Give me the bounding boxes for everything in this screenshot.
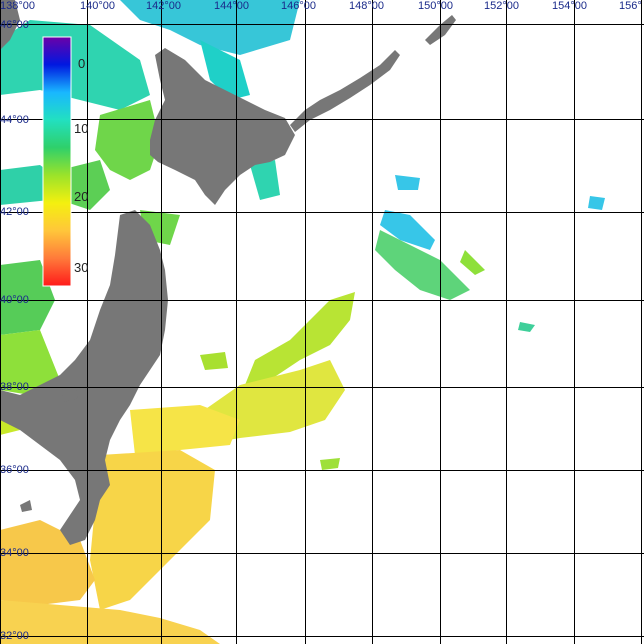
warm-water-patch <box>200 352 228 370</box>
latitude-label: 40°00 <box>0 294 29 306</box>
latitude-label: 44°00 <box>0 114 29 126</box>
latitude-label: 42°00 <box>0 206 29 218</box>
longitude-label: 142°00 <box>146 0 181 12</box>
legend-tick-label: 10 <box>74 121 88 136</box>
longitude-label: 144°00 <box>214 0 249 12</box>
latitude-label: 32°00 <box>0 630 29 642</box>
legend-tick-label: 20 <box>74 189 88 204</box>
longitude-label: 148°00 <box>349 0 384 12</box>
longitude-label: 154°00 <box>552 0 587 12</box>
longitude-label: 150°00 <box>418 0 453 12</box>
latitude-label: 34°00 <box>0 547 29 559</box>
longitude-label: 156° <box>619 0 642 12</box>
longitude-label: 138°00 <box>0 0 35 12</box>
sea-surface-temperature-map: 138°00 140°00 142°00 144°00 146°00 148°0… <box>0 0 644 644</box>
longitude-label: 146°00 <box>281 0 316 12</box>
latitude-label: 46°00 <box>0 19 29 31</box>
legend-color-bar <box>42 36 72 287</box>
legend-tick-label: 0 <box>78 56 85 71</box>
latitude-label: 36°00 <box>0 464 29 476</box>
longitude-label: 152°00 <box>484 0 519 12</box>
latitude-label: 38°00 <box>0 381 29 393</box>
legend-tick-label: 30 <box>74 260 88 275</box>
longitude-label: 140°00 <box>80 0 115 12</box>
cold-water-patch <box>588 196 605 210</box>
